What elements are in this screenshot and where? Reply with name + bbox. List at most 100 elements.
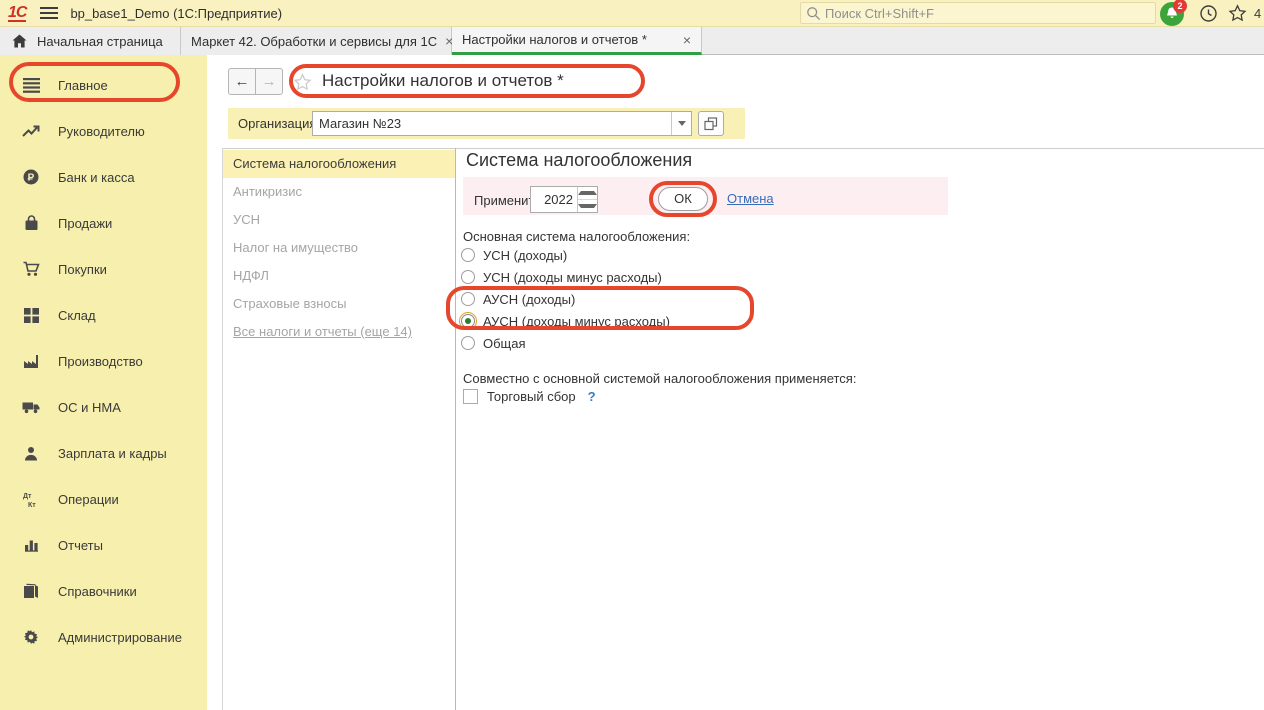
favorites-star-icon[interactable] [1228, 4, 1247, 23]
apply-year-input[interactable] [531, 187, 577, 212]
nav-item-ndfl[interactable]: НДФЛ [223, 262, 455, 290]
global-search[interactable] [800, 2, 1156, 24]
sidebar-item-label: Покупки [58, 262, 107, 277]
nav-item-usn[interactable]: УСН [223, 206, 455, 234]
trade-fee-row: Торговый сбор ? [463, 389, 596, 404]
nav-item-vse-nalogi-link[interactable]: Все налоги и отчеты (еще 14) [223, 318, 455, 346]
nav-item-strakhovye-vznosy[interactable]: Страховые взносы [223, 290, 455, 318]
radio-icon[interactable] [461, 292, 475, 306]
main-menu-icon[interactable] [40, 7, 58, 19]
nav-item-antikrizis[interactable]: Антикризис [223, 178, 455, 206]
radio-icon[interactable] [461, 336, 475, 350]
menu-icon [20, 76, 42, 94]
history-icon[interactable] [1199, 4, 1218, 23]
tab-label: Маркет 42. Обработки и сервисы для 1С [191, 34, 437, 49]
radio-label: УСН (доходы) [483, 248, 567, 263]
sidebar-item-label: Администрирование [58, 630, 182, 645]
trade-fee-label: Торговый сбор [487, 389, 576, 404]
radio-icon[interactable] [461, 248, 475, 262]
panel-divider [455, 148, 456, 710]
nav-item-sistema-nalogooblozheniya[interactable]: Система налогообложения [223, 150, 455, 178]
gear-icon [20, 628, 42, 646]
radio-ausn-dokhody[interactable]: АУСН (доходы) [461, 288, 670, 310]
sidebar-item-label: Руководителю [58, 124, 145, 139]
forward-button[interactable]: → [255, 68, 283, 95]
tab-market[interactable]: Маркет 42. Обработки и сервисы для 1С × [181, 27, 452, 55]
sidebar-item-label: Производство [58, 354, 143, 369]
settings-nav: Система налогообложения Антикризис УСН Н… [223, 150, 455, 346]
topbar-clipped-text: 4 [1254, 6, 1261, 21]
sidebar-item-proizvodstvo[interactable]: Производство [0, 338, 207, 384]
page-title: Настройки налогов и отчетов * [322, 71, 564, 91]
tab-bar: Начальная страница Маркет 42. Обработки … [0, 27, 1264, 55]
sidebar-item-label: Главное [58, 78, 108, 93]
sidebar-item-otchety[interactable]: Отчеты [0, 522, 207, 568]
close-icon[interactable]: × [683, 32, 691, 48]
radio-usn-dokhody-minus-raskhody[interactable]: УСН (доходы минус расходы) [461, 266, 670, 288]
spinner-buttons[interactable] [577, 187, 597, 212]
tab-home[interactable]: Начальная страница [0, 27, 181, 55]
radio-selected-icon[interactable] [461, 314, 475, 328]
app-window: 1С bp_base1_Demo (1С:Предприятие) 2 4 На… [0, 0, 1264, 710]
organization-row: Организация: [228, 108, 745, 139]
bar-chart-icon [20, 536, 42, 554]
nav-item-nalog-na-imushchestvo[interactable]: Налог на имущество [223, 234, 455, 262]
organization-combobox[interactable] [312, 111, 692, 136]
help-icon[interactable]: ? [588, 389, 596, 404]
notifications-button[interactable]: 2 [1160, 1, 1186, 26]
cart-icon [20, 260, 42, 278]
sidebar-item-label: Зарплата и кадры [58, 446, 167, 461]
truck-icon [20, 398, 42, 416]
notification-badge: 2 [1173, 0, 1187, 13]
tab-tax-settings[interactable]: Настройки налогов и отчетов * × [452, 27, 702, 55]
tab-label: Настройки налогов и отчетов * [462, 32, 647, 47]
sidebar-item-sklad[interactable]: Склад [0, 292, 207, 338]
1c-logo-icon: 1С [8, 5, 26, 22]
radio-ausn-dokhody-minus-raskhody[interactable]: АУСН (доходы минус расходы) [461, 310, 670, 332]
person-icon [20, 444, 42, 462]
organization-input[interactable] [313, 112, 671, 135]
app-title: bp_base1_Demo (1С:Предприятие) [70, 6, 282, 21]
dropdown-arrow-icon[interactable] [671, 112, 691, 135]
svg-text:Дт: Дт [23, 493, 32, 500]
spin-up-icon[interactable] [578, 187, 597, 200]
sidebar-item-label: Банк и касса [58, 170, 135, 185]
search-input[interactable] [825, 6, 1125, 21]
radio-label: АУСН (доходы) [483, 292, 575, 307]
tax-system-radio-group: УСН (доходы) УСН (доходы минус расходы) … [461, 244, 670, 354]
topbar: 1С bp_base1_Demo (1С:Предприятие) 2 4 [0, 0, 1264, 27]
back-button[interactable]: ← [228, 68, 256, 95]
radio-usn-dokhody[interactable]: УСН (доходы) [461, 244, 670, 266]
cancel-link[interactable]: Отмена [727, 191, 774, 206]
radio-obshchaya[interactable]: Общая [461, 332, 670, 354]
sidebar-item-operatsii[interactable]: ДтКт Операции [0, 476, 207, 522]
sidebar-item-zarplata-i-kadry[interactable]: Зарплата и кадры [0, 430, 207, 476]
overlap-squares-icon [704, 117, 718, 131]
sidebar-item-pokupki[interactable]: Покупки [0, 246, 207, 292]
spin-down-icon[interactable] [578, 200, 597, 212]
main-system-label: Основная система налогообложения: [463, 229, 690, 244]
apply-year-spinner[interactable] [530, 186, 598, 213]
favorite-star-icon[interactable] [293, 73, 312, 92]
sidebar-item-prodazhi[interactable]: Продажи [0, 200, 207, 246]
radio-label: АУСН (доходы минус расходы) [483, 314, 670, 329]
sidebar-item-label: Справочники [58, 584, 137, 599]
sidebar-item-rukovoditelyu[interactable]: Руководителю [0, 108, 207, 154]
sidebar-item-glavnoe[interactable]: Главное [0, 62, 207, 108]
sidebar-item-bank-i-kassa[interactable]: P Банк и касса [0, 154, 207, 200]
svg-text:P: P [28, 173, 35, 184]
ok-button[interactable]: ОК [658, 187, 708, 211]
sidebar-item-os-i-nma[interactable]: ОС и НМА [0, 384, 207, 430]
sidebar-item-spravochniki[interactable]: Справочники [0, 568, 207, 614]
debit-credit-icon: ДтКт [20, 490, 42, 508]
open-organization-button[interactable] [698, 111, 724, 136]
radio-icon[interactable] [461, 270, 475, 284]
trend-chart-icon [20, 122, 42, 140]
tab-label: Начальная страница [37, 34, 163, 49]
books-icon [20, 582, 42, 600]
panel-top-border [222, 148, 1264, 149]
joint-system-label: Совместно с основной системой налогообло… [463, 371, 856, 386]
sidebar-item-administrirovanie[interactable]: Администрирование [0, 614, 207, 660]
trade-fee-checkbox[interactable] [463, 389, 478, 404]
factory-icon [20, 352, 42, 370]
